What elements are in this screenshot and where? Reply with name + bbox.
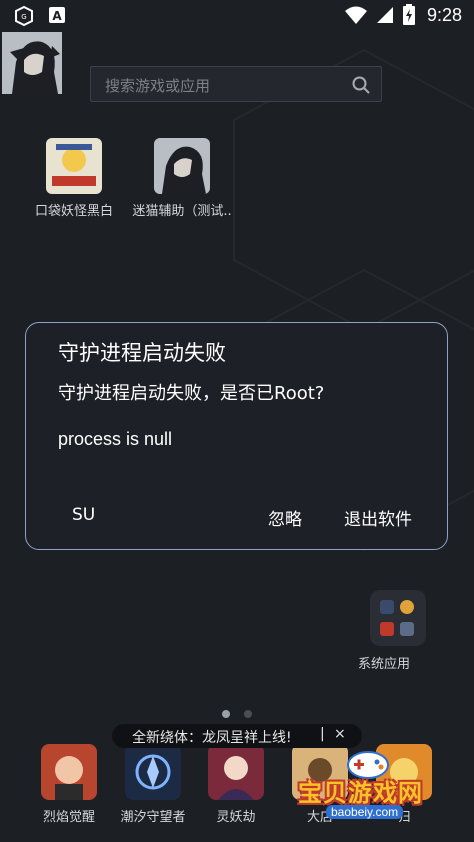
game-cover-icon [46, 138, 102, 194]
dock-label: 灵妖劫 [216, 810, 256, 825]
dock-app-lieyan[interactable]: 烈焰觉醒 [29, 744, 109, 825]
app-logo-icon: G [15, 6, 33, 26]
dock-app-lingyao[interactable]: 灵妖劫 [196, 744, 276, 825]
dock-label: 潮汐守望者 [120, 810, 186, 825]
svg-text:A: A [52, 9, 62, 23]
watermark-url: baobeiy.com [326, 805, 404, 819]
ignore-button[interactable]: 忽略 [268, 505, 302, 530]
exit-app-button[interactable]: 退出软件 [344, 505, 412, 530]
anime-avatar-icon [2, 32, 62, 94]
search-placeholder: 搜索游戏或应用 [105, 77, 211, 95]
status-bar: G A 9:28 [0, 0, 474, 32]
game-icon [125, 744, 181, 800]
folder-label: 系统应用 [358, 657, 411, 672]
dock-app-chaoxi[interactable]: 潮汐守望者 [113, 744, 193, 825]
game-icon [41, 744, 97, 800]
dialog-message: 守护进程启动失败，是否已Root? [58, 383, 325, 404]
app-pokemon[interactable]: 口袋妖怪黑白 [24, 138, 124, 219]
battery-charging-icon [403, 4, 415, 25]
error-dialog: 守护进程启动失败 守护进程启动失败，是否已Root? process is nu… [25, 322, 448, 550]
dialog-title: 守护进程启动失败 [58, 341, 226, 365]
system-apps-folder[interactable] [370, 590, 426, 646]
game-icon [208, 744, 264, 800]
watermark-text: 宝贝游戏网 [298, 779, 423, 807]
app-mimao-helper[interactable]: 迷猫辅助（测试.. [132, 138, 232, 219]
search-icon[interactable] [351, 75, 371, 95]
app-label: 迷猫辅助（测试.. [132, 204, 232, 219]
avatar[interactable] [2, 32, 62, 94]
watermark: 宝贝游戏网 baobeiy.com [288, 745, 448, 825]
page-dot [244, 710, 252, 718]
search-input[interactable]: 搜索游戏或应用 [90, 66, 382, 102]
toast-separator: | [320, 726, 325, 742]
toast-text: 全新绕体：龙凤呈祥上线! [132, 730, 292, 746]
folder-icon [380, 600, 414, 636]
anime-avatar-icon [154, 138, 210, 194]
wifi-icon [345, 6, 367, 24]
dock-label: 烈焰觉醒 [42, 810, 95, 825]
signal-icon [377, 7, 393, 23]
su-button[interactable]: SU [72, 505, 95, 525]
dialog-detail: process is null [58, 429, 173, 449]
status-time: 9:28 [426, 5, 462, 25]
svg-text:G: G [21, 13, 26, 21]
page-dot-active [222, 710, 230, 718]
app-label: 口袋妖怪黑白 [34, 204, 113, 219]
close-icon[interactable]: × [334, 726, 346, 742]
font-icon: A [49, 7, 65, 23]
